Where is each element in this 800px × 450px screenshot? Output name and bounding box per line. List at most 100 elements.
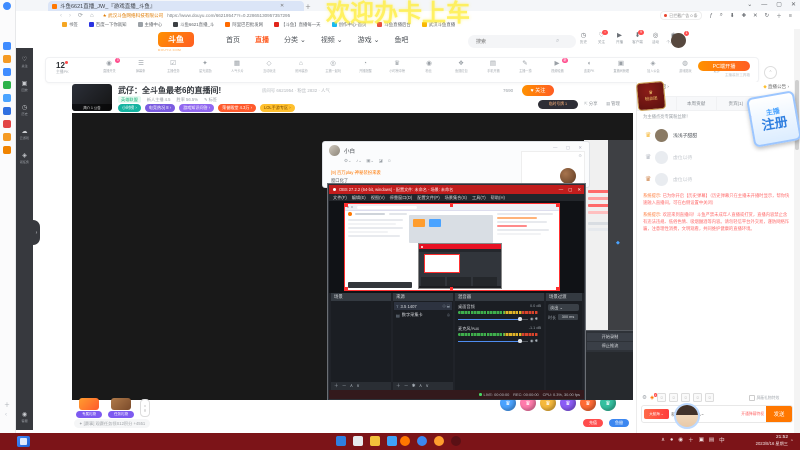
video-player[interactable]: 小白 — ▢ ✕ ⚙⌄ ♪⌄ ▣⌄ ◪ ☺ ⚙ [9] 百万play·神秘装扮来…	[72, 113, 633, 400]
rank-row[interactable]: ♛ 虚位以待	[637, 168, 795, 190]
taskbar-clock[interactable]: 21:52 2023/8/16 星期三	[744, 435, 788, 447]
room-badge[interactable]: 电竞热况 8 ›	[144, 104, 176, 112]
taskbar-system-icon[interactable]	[336, 436, 346, 446]
anchor-toolbar-item[interactable]: ✎ 主播一捞	[510, 60, 540, 79]
chat-settings-gear-icon[interactable]: ⚙	[642, 395, 647, 401]
checkbox[interactable]	[749, 395, 755, 401]
event-note[interactable]: ✦ [赛事] 观赛任务领S12积分 +4551	[74, 419, 151, 428]
nav-item[interactable]: 视频 ⌄	[321, 35, 343, 45]
extension-icon[interactable]: ƒ	[710, 13, 713, 19]
new-tab-button[interactable]: ＋	[305, 2, 311, 11]
nav-item[interactable]: 鱼吧	[394, 35, 408, 45]
dock-app-icon[interactable]	[3, 94, 11, 102]
anchor-toolbar-item[interactable]: ⌂ 房间装扮	[286, 60, 316, 79]
follow-button[interactable]: ♥ 关注	[522, 85, 554, 96]
home-icon[interactable]: ⌂	[90, 13, 94, 19]
tray-icon[interactable]: ▤	[709, 437, 714, 443]
header-icon-item[interactable]: ▶ 开播	[612, 32, 627, 45]
header-icon-item[interactable]: ♡ 关注 •	[594, 30, 609, 45]
dock-add-icon[interactable]: ＋	[4, 400, 10, 409]
danmu-privilege-link[interactable]: 开通弹幕特权	[741, 412, 764, 417]
taskbar-system-icon[interactable]	[370, 436, 380, 446]
bookmark-item[interactable]: 书签	[62, 22, 78, 28]
rail-item[interactable]: ☁ 云游戏	[19, 129, 30, 141]
room-badge[interactable]: LOL手游专区 ›	[259, 104, 295, 112]
toolbox-label[interactable]: 主播装扮工具箱	[725, 73, 750, 78]
bookmark-item[interactable]: 斗鱼6621直播_斗	[173, 22, 214, 28]
bookmark-item[interactable]: 主播中心	[137, 22, 162, 28]
anchor-toolbar-item[interactable]: ◉ 粉丝	[414, 60, 444, 79]
taskbar-app-icon[interactable]	[451, 436, 461, 446]
nav-item[interactable]: 直播	[255, 35, 269, 45]
emote-icon[interactable]: ☺	[657, 393, 667, 402]
header-icon-item[interactable]: ⬇ 客户端 9	[630, 30, 645, 45]
url-text[interactable]: https://www.douyu.com/66219547?r=0.22865…	[167, 13, 290, 18]
emote-icon[interactable]: ☺	[705, 393, 715, 402]
taskbar-system-icon[interactable]	[387, 436, 397, 446]
room-cover-thumbnail[interactable]: 简介 1 公告	[72, 84, 112, 111]
anchor-pk-item[interactable]: 12 主播PK	[56, 61, 88, 75]
action-pill[interactable]: 鱼翅	[609, 419, 629, 427]
rail-item[interactable]: ▣ 回放	[21, 81, 28, 93]
dock-app-icon[interactable]	[3, 146, 11, 154]
emote-icon[interactable]: ☺	[669, 393, 679, 402]
browser-tab[interactable]: 斗鱼6621直播_JW_『游戏直播_斗鱼』 ✕	[48, 1, 304, 11]
room-badge[interactable]: 小时榜 ›	[118, 104, 141, 112]
header-icon-item[interactable]: ◎ 活动	[648, 32, 663, 45]
taskbar-system-icon[interactable]	[353, 436, 363, 446]
extension-icon[interactable]: ＋	[776, 12, 782, 20]
search-icon[interactable]: ⌕	[556, 38, 559, 45]
action-pill[interactable]: 充值	[583, 419, 603, 427]
window-control-icon[interactable]: —	[761, 2, 767, 8]
dock-app-icon[interactable]	[3, 42, 11, 50]
room-attr[interactable]: ✎ 标签	[204, 97, 217, 103]
site-security-chip[interactable]: ★ 武汉斗鱼网络科技有限公司	[103, 13, 164, 19]
anchor-toolbar-item[interactable]: ▶ 视频轮播 新	[542, 58, 572, 79]
bookmark-item[interactable]: 【斗鱼】直播每一天	[274, 22, 321, 28]
back-icon[interactable]: ‹	[60, 13, 62, 19]
rail-expand-handle[interactable]: ›	[33, 220, 40, 245]
tray-icon[interactable]: ◉	[678, 437, 683, 443]
share-link[interactable]: ⇱分享	[584, 101, 597, 107]
block-gift-effects[interactable]: 屏蔽礼物特效	[749, 395, 779, 401]
tray-icon[interactable]: ＋	[688, 436, 694, 444]
send-button[interactable]: 发送	[766, 406, 792, 422]
rail-item[interactable]: ◈ 领任务	[19, 153, 30, 165]
nav-item[interactable]: 游戏 ⌄	[358, 35, 380, 45]
window-control-icon[interactable]: ⌄	[747, 1, 752, 8]
anchor-toolbar-item[interactable]: ◉ 直播开关 3	[94, 58, 124, 79]
dock-app-icon[interactable]	[3, 133, 11, 141]
tray-icon[interactable]: ∧	[661, 437, 665, 443]
room-notice-link[interactable]: ◆直播公告 ›	[763, 84, 789, 90]
page-float-button[interactable]: ⌃	[764, 66, 777, 79]
bookmark-item[interactable]: 百度一下你就知	[88, 22, 127, 28]
anchor-toolbar-item[interactable]: ▤ 手机开播	[478, 60, 508, 79]
anchor-toolbar-item[interactable]: ✦ 星光奖励	[190, 60, 220, 79]
taskbar-pinned-app-icon[interactable]	[17, 436, 30, 447]
gift-panel-icon[interactable]: ◈ 1	[650, 392, 658, 401]
extension-icon[interactable]: ↻	[765, 13, 770, 19]
nav-item[interactable]: 分类 ⌄	[284, 35, 306, 45]
tab-close-icon[interactable]: ✕	[280, 3, 284, 9]
rail-item[interactable]: ♡ 关注	[21, 57, 28, 69]
anchor-toolbar-item[interactable]: ☑ 主播任务	[158, 60, 188, 79]
taskbar-app-icon[interactable]	[417, 436, 427, 446]
rail-item[interactable]: ◷ 历史	[21, 105, 28, 117]
dock-app-icon[interactable]	[3, 55, 11, 63]
window-control-icon[interactable]: ▢	[776, 1, 782, 8]
anchor-toolbar-item[interactable]: ◎ 主播一起玩	[318, 60, 348, 79]
rank-row[interactable]: ♛ 虚位以待	[637, 146, 795, 168]
anchor-toolbar-item[interactable]: ◍ 游戏陪玩	[670, 60, 700, 79]
dock-app-icon[interactable]	[3, 120, 11, 128]
bookmark-item[interactable]: 阿里巴巴批发网	[225, 22, 263, 28]
manage-link[interactable]: ▦管理	[606, 101, 620, 107]
category-tag[interactable]: 英雄联盟	[118, 96, 141, 103]
tray-icon[interactable]: ●	[670, 437, 673, 443]
tray-icon[interactable]: ▣	[699, 437, 704, 443]
header-icon-item[interactable]: ◷ 历史	[576, 32, 591, 45]
extension-icon[interactable]: ✕	[753, 13, 758, 19]
anchor-toolbar-item[interactable]: ◖ 连麦PK	[574, 60, 604, 79]
anchor-toolbar-item[interactable]: ◇ 互动玩法	[254, 60, 284, 79]
user-avatar[interactable]: 1	[671, 31, 689, 48]
emote-icon[interactable]: ☺	[681, 393, 691, 402]
